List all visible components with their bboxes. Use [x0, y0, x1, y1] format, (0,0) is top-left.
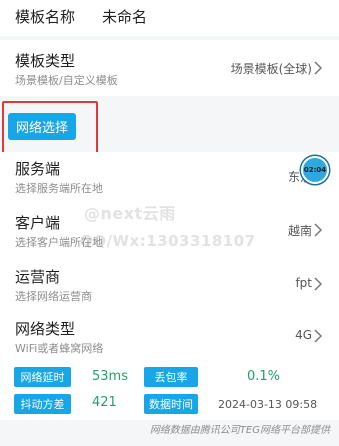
- template-type-row[interactable]: 模板类型 场景模板/自定义模板 场景模板(全球): [0, 40, 339, 96]
- floating-timer-badge[interactable]: 02:04: [301, 156, 329, 184]
- template-name-row[interactable]: 模板名称 未命名: [0, 0, 339, 36]
- packet-loss-value: 0.1%: [247, 369, 281, 384]
- jitter-label: 抖动方差: [14, 394, 71, 414]
- network-type-subtitle: WiFi或者蜂窝网络: [15, 342, 104, 355]
- network-type-value: 4G: [295, 328, 312, 342]
- network-settings-list: 服务端 选择服务端所在地 东京 客户端 选择客户端所在地 越南 运营商 选择网络…: [0, 152, 339, 362]
- template-type-subtitle: 场景模板/自定义模板: [15, 74, 118, 87]
- template-name-value[interactable]: 未命名: [102, 6, 147, 27]
- latency-label: 网络延时: [14, 367, 71, 387]
- client-value: 越南: [287, 224, 312, 238]
- template-name-label: 模板名称: [15, 8, 76, 26]
- data-time-label: 数据时间: [144, 394, 198, 414]
- chevron-right-icon: [313, 223, 323, 237]
- data-source-footer: 网络数据由腾讯公司TEG网络平台部提供: [149, 425, 330, 436]
- server-row[interactable]: 服务端 选择服务端所在地 东京: [0, 152, 339, 204]
- latency-value: 53ms: [92, 369, 128, 384]
- client-subtitle: 选择客户端所在地: [15, 236, 103, 249]
- carrier-row[interactable]: 运营商 选择网络运营商 fpt: [0, 260, 339, 312]
- client-title: 客户端: [15, 214, 61, 232]
- template-settings-screen: 模板名称 未命名 模板类型 场景模板/自定义模板 场景模板(全球) 网络选择 服…: [0, 0, 339, 446]
- carrier-value: fpt: [295, 276, 312, 290]
- jitter-value: 421: [92, 395, 117, 410]
- network-select-button[interactable]: 网络选择: [8, 113, 76, 140]
- carrier-subtitle: 选择网络运营商: [15, 290, 92, 303]
- chevron-right-icon: [313, 277, 323, 291]
- chevron-right-icon: [313, 329, 323, 343]
- chevron-right-icon: [313, 61, 323, 75]
- client-row[interactable]: 客户端 选择客户端所在地 越南: [0, 206, 339, 258]
- network-type-row[interactable]: 网络类型 WiFi或者蜂窝网络 4G: [0, 312, 339, 364]
- packet-loss-label: 丢包率: [144, 367, 198, 387]
- network-type-title: 网络类型: [15, 320, 76, 338]
- carrier-title: 运营商: [15, 268, 61, 286]
- server-title: 服务端: [15, 160, 61, 178]
- network-stats: 网络延时 53ms 丢包率 0.1% 抖动方差 421 数据时间 2024-03…: [0, 362, 339, 420]
- server-subtitle: 选择服务端所在地: [15, 182, 103, 195]
- data-time-value: 2024-03-13 09:58: [218, 398, 318, 411]
- template-type-title: 模板类型: [15, 52, 76, 70]
- template-type-value: 场景模板(全球): [230, 62, 312, 76]
